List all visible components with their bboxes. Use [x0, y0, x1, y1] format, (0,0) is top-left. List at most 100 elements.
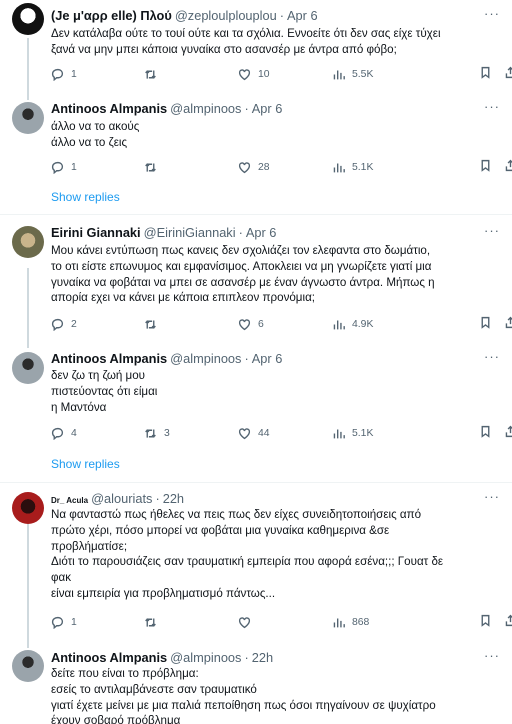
views-bar-chart-icon [333, 69, 345, 79]
views-bar-chart-icon [333, 617, 345, 627]
more-options-icon[interactable]: ··· [484, 490, 500, 504]
tweet-text-line: Διότι το παρουσιάζεις σαν τραυματική εμπ… [51, 555, 444, 569]
retweet-button[interactable] [144, 316, 164, 332]
share-icon [505, 614, 512, 627]
timestamp[interactable]: Apr 6 [252, 351, 283, 366]
tweet-text-line: δείτε που είναι το πρόβλημα: [51, 667, 199, 680]
tweet-text-line: πρώτο χέρι, πόσο μπορεί να φοβάται μια γ… [51, 523, 390, 537]
avatar[interactable] [12, 650, 44, 682]
tweet[interactable]: (Je μ'αρρ elle) Πλού @zeploulplouplou · Apr… [0, 0, 512, 96]
retweet-button[interactable]: 3 [144, 425, 170, 441]
reply-button[interactable]: 1 [51, 614, 77, 630]
reply-icon [51, 161, 64, 174]
avatar[interactable] [12, 102, 44, 134]
heart-icon [238, 68, 251, 80]
share-button[interactable] [504, 425, 512, 441]
tweet-text-line: άλλο να το ζεις [51, 135, 128, 149]
action-bar: 1 868 [51, 614, 512, 630]
author-handle[interactable]: @almpinoos [170, 650, 241, 665]
like-button[interactable]: 10 [238, 66, 270, 82]
bookmark-button[interactable] [479, 425, 492, 441]
tweet-text: Δεν κατάλαβα ούτε το τουί ούτε και τα σχ… [51, 26, 501, 58]
views-button[interactable]: 868 [332, 614, 369, 630]
author-name[interactable]: Antinoos Almpanis [51, 650, 167, 665]
divider [0, 482, 512, 483]
like-button[interactable]: 28 [238, 159, 270, 175]
views-button[interactable]: 5.1K [332, 425, 373, 441]
timestamp[interactable]: 22h [252, 650, 273, 665]
share-button[interactable] [504, 159, 512, 175]
more-options-icon[interactable]: ··· [484, 350, 500, 364]
avatar[interactable] [12, 226, 44, 258]
author-handle[interactable]: @almpinoos [170, 101, 241, 116]
reply-button[interactable]: 4 [51, 425, 77, 441]
share-button[interactable] [504, 614, 512, 630]
share-icon [505, 316, 512, 329]
reply-button[interactable]: 1 [51, 159, 77, 175]
bookmark-button[interactable] [479, 66, 492, 82]
tweet-text-line: εσείς το αντιλαμβάνεστε σαν τραυματικό [51, 682, 257, 696]
timestamp[interactable]: Apr 6 [287, 8, 318, 23]
views-button[interactable]: 5.1K [332, 159, 373, 175]
action-bar: 1 10 5.5K [51, 66, 512, 82]
like-button[interactable] [238, 614, 258, 630]
views-count: 4.9K [352, 318, 374, 330]
more-options-icon[interactable]: ··· [484, 224, 500, 238]
bookmark-icon [481, 316, 490, 329]
like-button[interactable]: 6 [238, 316, 264, 332]
more-options-icon[interactable]: ··· [484, 649, 500, 663]
author-handle[interactable]: @almpinoos [170, 351, 241, 366]
more-options-icon[interactable]: ··· [484, 7, 500, 21]
retweet-button[interactable] [144, 66, 164, 82]
retweet-button[interactable] [144, 159, 164, 175]
tweet[interactable]: Dr_ Acula @alouriats · 22h ··· Να φανταστώ … [0, 490, 512, 640]
avatar[interactable] [12, 492, 44, 524]
heart-icon [238, 161, 251, 173]
separator-dot: · [244, 101, 249, 116]
timestamp[interactable]: Apr 6 [252, 101, 283, 116]
author-name[interactable]: Eirini Giannaki [51, 225, 141, 240]
author-name[interactable]: (Je μ'αρρ elle) Πλού [51, 8, 172, 23]
timestamp[interactable]: 22h [163, 491, 184, 506]
retweet-button[interactable] [144, 614, 164, 630]
views-button[interactable]: 5.5K [332, 66, 373, 82]
bookmark-button[interactable] [479, 614, 492, 630]
reply-button[interactable]: 1 [51, 66, 77, 82]
tweet[interactable]: Antinoos Almpanis @almpinoos · Apr 6 ··· δε… [0, 348, 512, 478]
tweet-header: Antinoos Almpanis @almpinoos · Apr 6 [51, 100, 282, 117]
author-handle[interactable]: @alouriats [91, 491, 152, 506]
views-button[interactable]: 4.9K [332, 316, 373, 332]
bookmark-icon [481, 614, 490, 627]
share-icon [505, 159, 512, 172]
author-name[interactable]: Antinoos Almpanis [51, 351, 167, 366]
avatar[interactable] [12, 352, 44, 384]
tweet-header: (Je μ'αρρ elle) Πλού @zeploulplouplou · Apr… [51, 7, 318, 24]
avatar[interactable] [12, 3, 44, 35]
tweet-header: Antinoos Almpanis @almpinoos · 22h [51, 649, 273, 666]
tweet-text: Να φανταστώ πως ήθελες να πεις πως δεν ε… [51, 507, 501, 602]
bookmark-button[interactable] [479, 316, 492, 332]
tweet-text-line: γυναίκα να φοβάται να μπει σε ασανσέρ με… [51, 275, 435, 289]
heart-icon [238, 427, 251, 439]
reply-count: 1 [71, 68, 77, 80]
share-icon [505, 66, 512, 79]
share-button[interactable] [504, 316, 512, 332]
bookmark-button[interactable] [479, 159, 492, 175]
like-button[interactable]: 44 [238, 425, 270, 441]
action-bar: 4 3 44 5.1K [51, 425, 512, 441]
tweet[interactable]: Eirini Giannaki @EiriniGiannaki · Apr 6 ···… [0, 222, 512, 340]
show-replies-link[interactable]: Show replies [51, 190, 120, 204]
author-name[interactable]: Dr_ Acula [51, 496, 88, 505]
author-name[interactable]: Antinoos Almpanis [51, 101, 167, 116]
tweet[interactable]: Antinoos Almpanis @almpinoos · 22h ··· δείτ… [0, 648, 512, 724]
tweet[interactable]: Antinoos Almpanis @almpinoos · Apr 6 ··· άλ… [0, 96, 512, 206]
show-replies-link[interactable]: Show replies [51, 457, 120, 471]
timestamp[interactable]: Apr 6 [246, 225, 277, 240]
reply-button[interactable]: 2 [51, 316, 77, 332]
author-handle[interactable]: @EiriniGiannaki [144, 225, 236, 240]
separator-dot: · [279, 8, 285, 23]
tweet-text-line: απορία εχει να κάνει με κάποια επιπλεον … [51, 291, 315, 305]
share-button[interactable] [504, 66, 512, 82]
author-handle[interactable]: @zeploulplouplou [175, 8, 277, 23]
more-options-icon[interactable]: ··· [484, 100, 500, 114]
